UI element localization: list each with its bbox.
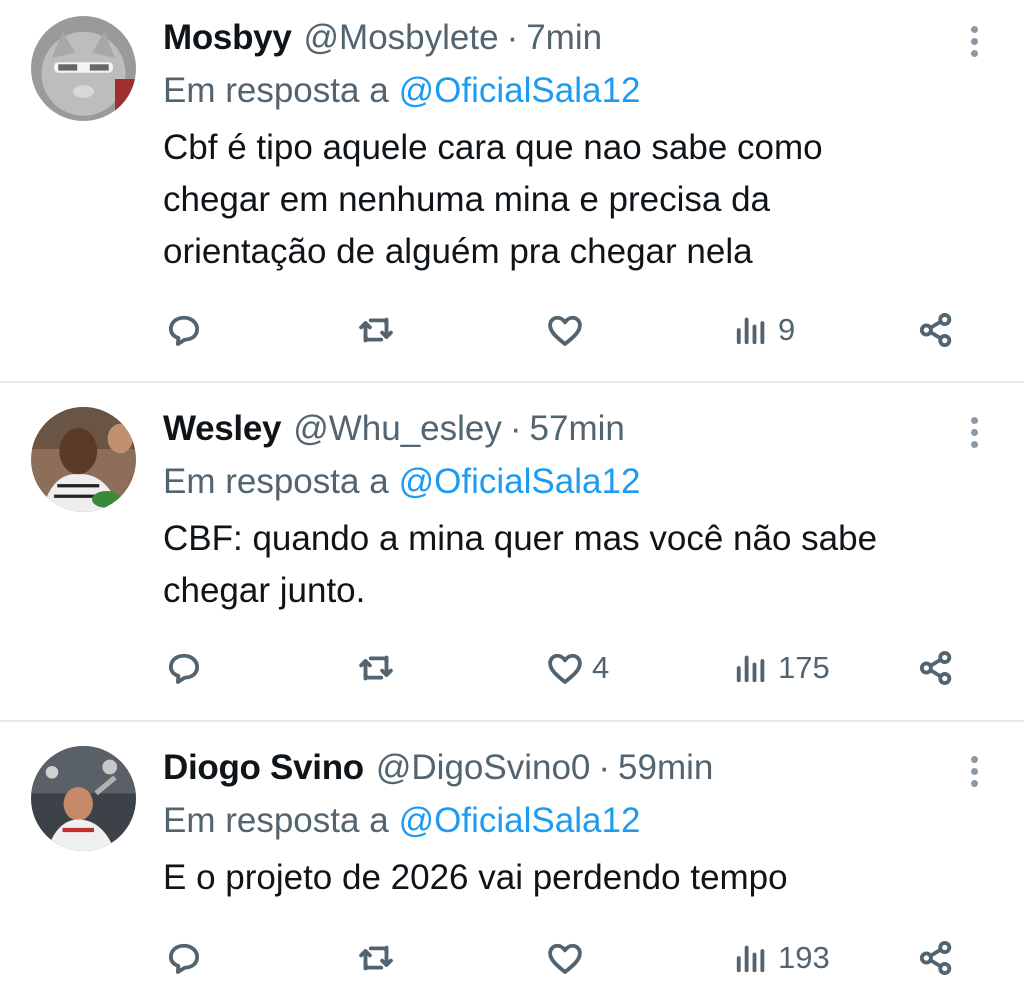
view-count: 9 (778, 312, 796, 347)
retweet-icon (359, 655, 393, 681)
more-options-button[interactable] (968, 26, 980, 62)
tweet-text-line: orientação de alguém pra chegar nela (163, 232, 753, 271)
bar-chart-icon (736, 317, 765, 345)
tweet[interactable]: Wesley @Whu_esley · 57min Em resposta a … (0, 383, 1024, 722)
reply-button[interactable] (163, 306, 205, 354)
more-options-button[interactable] (968, 417, 980, 453)
share-icon (919, 941, 952, 975)
tweet[interactable]: Diogo Svino @DigoSvino0 · 59min Em respo… (0, 722, 1024, 999)
tweet-header: Mosbyy @Mosbylete · 7min (163, 14, 984, 62)
action-bar: 9 (163, 306, 962, 354)
vertical-dots-icon (970, 417, 978, 424)
retweet-button[interactable] (355, 934, 397, 982)
like-button[interactable] (544, 934, 592, 982)
reply-button[interactable] (163, 644, 205, 692)
share-button[interactable] (915, 934, 957, 982)
vertical-dots-icon (970, 756, 978, 763)
retweet-button[interactable] (355, 644, 397, 692)
action-bar: 193 (163, 934, 962, 982)
reply-prefix: Em resposta a (163, 462, 389, 501)
display-name[interactable]: Wesley (163, 409, 282, 449)
reply-button[interactable] (163, 934, 205, 982)
like-button[interactable] (544, 306, 592, 354)
tweet-text-line: CBF: quando a mina quer mas você não sab… (163, 519, 878, 558)
timestamp[interactable]: 7min (526, 18, 602, 58)
share-button[interactable] (915, 306, 957, 354)
separator-dot: · (598, 748, 611, 787)
heart-icon (548, 943, 582, 974)
reply-to-link[interactable]: @OficialSala12 (399, 462, 641, 502)
user-handle[interactable]: @DigoSvino0 (376, 748, 591, 788)
like-button[interactable]: 4 (544, 644, 609, 692)
reply-context: Em resposta a @OficialSala12 (163, 62, 984, 120)
bar-chart-icon (736, 655, 765, 683)
chat-bubble-icon (168, 943, 200, 974)
tweet-text-line: E o projeto de 2026 vai perdendo tempo (163, 858, 788, 897)
chat-bubble-icon (168, 653, 200, 684)
timestamp[interactable]: 57min (530, 409, 625, 449)
reply-feed: Mosbyy @Mosbylete · 7min Em resposta a @… (0, 0, 1024, 999)
avatar[interactable] (31, 746, 136, 851)
reply-context: Em resposta a @OficialSala12 (163, 453, 984, 511)
tweet-text: CBF: quando a mina quer mas você não sab… (163, 513, 984, 617)
reply-prefix: Em resposta a (163, 71, 389, 110)
tweet-text-line: chegar junto. (163, 571, 366, 610)
retweet-icon (359, 945, 393, 971)
share-icon (919, 651, 952, 685)
separator-dot: · (506, 18, 519, 57)
reply-to-link[interactable]: @OficialSala12 (399, 71, 641, 111)
heart-icon (548, 653, 582, 684)
like-count: 4 (592, 650, 610, 685)
avatar[interactable] (31, 16, 136, 121)
tweet-header: Wesley @Whu_esley · 57min (163, 405, 984, 453)
reply-prefix: Em resposta a (163, 801, 389, 840)
tweet-text: E o projeto de 2026 vai perdendo tempo (163, 852, 984, 904)
user-handle[interactable]: @Mosbylete (304, 18, 499, 58)
separator-dot: · (509, 409, 522, 448)
bar-chart-icon (736, 945, 765, 973)
views-button[interactable]: 9 (730, 306, 795, 354)
timestamp[interactable]: 59min (618, 748, 713, 788)
share-icon (919, 313, 952, 347)
retweet-button[interactable] (355, 306, 397, 354)
view-count: 175 (778, 650, 830, 685)
retweet-icon (359, 317, 393, 343)
reply-context: Em resposta a @OficialSala12 (163, 792, 984, 850)
tweet-text-line: chegar em nenhuma mina e precisa da (163, 180, 771, 219)
view-count: 193 (778, 940, 830, 975)
more-options-button[interactable] (968, 756, 980, 792)
display-name[interactable]: Diogo Svino (163, 748, 364, 788)
reply-to-link[interactable]: @OficialSala12 (399, 801, 641, 841)
tweet[interactable]: Mosbyy @Mosbylete · 7min Em resposta a @… (0, 0, 1024, 383)
tweet-header: Diogo Svino @DigoSvino0 · 59min (163, 744, 984, 792)
display-name[interactable]: Mosbyy (163, 18, 292, 58)
heart-icon (548, 315, 582, 346)
user-handle[interactable]: @Whu_esley (293, 409, 502, 449)
views-button[interactable]: 175 (730, 644, 830, 692)
tweet-text: Cbf é tipo aquele cara que nao sabe como… (163, 122, 984, 278)
share-button[interactable] (915, 644, 957, 692)
vertical-dots-icon (970, 26, 978, 33)
avatar[interactable] (31, 407, 136, 512)
chat-bubble-icon (168, 315, 200, 346)
tweet-text-line: Cbf é tipo aquele cara que nao sabe como (163, 128, 823, 167)
views-button[interactable]: 193 (730, 934, 830, 982)
action-bar: 4 175 (163, 644, 962, 692)
